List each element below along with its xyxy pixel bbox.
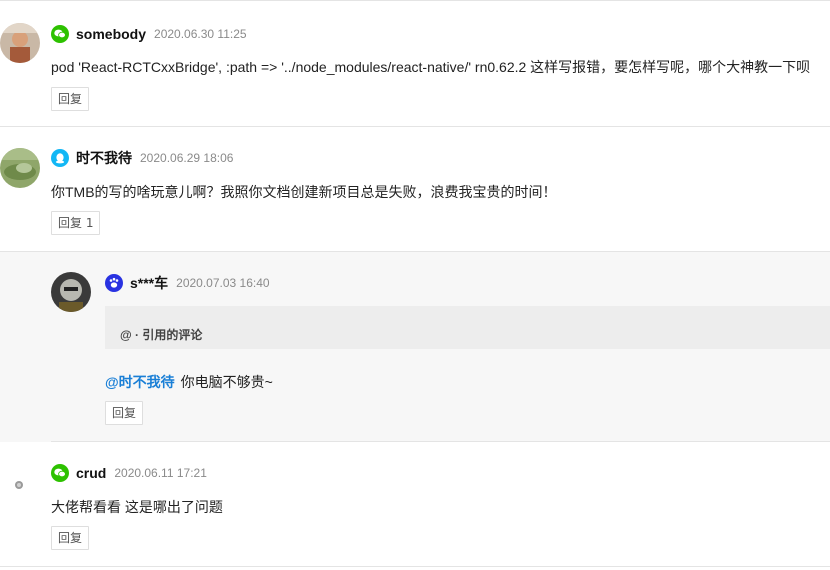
quoted-comment: @ · 引用的评论 <box>105 306 830 349</box>
reply-button[interactable]: 回复 1 <box>51 211 101 235</box>
avatar[interactable] <box>0 23 40 63</box>
timestamp: 2020.07.03 16:40 <box>176 276 270 290</box>
reply-button[interactable]: 回复 <box>51 526 90 550</box>
divider <box>51 441 830 442</box>
baidu-icon <box>105 274 123 292</box>
comment-text: 你TMB的写的啥玩意儿啊？我照你文档创建新项目总是失败，浪费我宝贵的时间！ <box>51 184 557 200</box>
quote-text: @ · 引用的评论 <box>120 328 203 342</box>
wechat-icon <box>51 464 69 482</box>
comment-text: 大佬帮看看 这是哪出了问题 <box>51 499 223 515</box>
comment-meta: somebody 2020.06.30 11:25 <box>51 24 247 44</box>
reply-text-line: @时不我待 你电脑不够贵~ <box>105 372 273 392</box>
reply-text: 你电脑不够贵~ <box>180 374 273 390</box>
reply-button[interactable]: 回复 <box>51 87 90 111</box>
username[interactable]: somebody <box>76 26 146 42</box>
qq-icon <box>51 149 69 167</box>
username[interactable]: 时不我待 <box>76 148 132 168</box>
avatar[interactable] <box>51 272 91 312</box>
divider <box>0 126 830 127</box>
reply-button[interactable]: 回复 <box>105 401 144 425</box>
divider <box>0 566 830 567</box>
timestamp: 2020.06.11 17:21 <box>114 466 207 480</box>
avatar[interactable] <box>0 464 40 504</box>
username[interactable]: crud <box>76 465 106 481</box>
comment-meta: 时不我待 2020.06.29 18:06 <box>51 148 233 168</box>
divider <box>0 0 830 1</box>
wechat-icon <box>51 25 69 43</box>
comment-meta: crud 2020.06.11 17:21 <box>51 463 207 483</box>
timestamp: 2020.06.30 11:25 <box>154 27 247 41</box>
avatar[interactable] <box>0 148 40 188</box>
mention-link[interactable]: @时不我待 <box>105 374 175 390</box>
comment-section: somebody 2020.06.30 11:25 pod 'React-RCT… <box>0 0 830 570</box>
reply-meta: s***车 2020.07.03 16:40 <box>105 273 270 293</box>
username[interactable]: s***车 <box>130 273 168 293</box>
comment-text: pod 'React-RCTCxxBridge', :path => '../n… <box>51 59 811 75</box>
timestamp: 2020.06.29 18:06 <box>140 151 234 165</box>
